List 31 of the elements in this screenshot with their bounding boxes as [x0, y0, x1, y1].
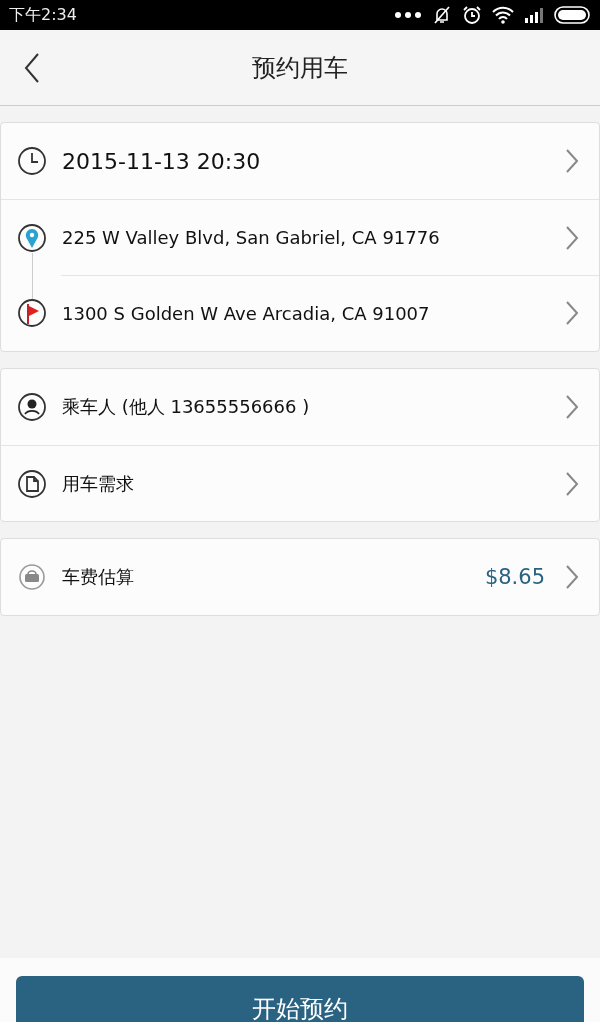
chevron-right-icon	[565, 225, 579, 250]
status-time: 下午2:34	[9, 4, 77, 26]
chevron-right-icon	[565, 149, 579, 173]
battery-icon	[554, 6, 590, 24]
document-icon	[17, 468, 47, 499]
fare-amount: $8.65	[484, 565, 545, 589]
location-pin-icon	[17, 222, 47, 253]
back-button[interactable]	[24, 52, 40, 83]
chevron-right-icon	[565, 471, 579, 496]
back-icon	[24, 52, 40, 83]
briefcase-icon	[17, 562, 47, 592]
alarm-clock-icon	[462, 5, 482, 25]
wifi-icon	[492, 6, 514, 24]
person-icon	[17, 392, 47, 422]
list-item[interactable]: 车费估算 $8.65	[1, 539, 599, 615]
chevron-right-icon	[565, 565, 579, 589]
route-line	[32, 253, 33, 299]
chevron-right-icon	[565, 301, 579, 325]
list-item[interactable]: 用车需求	[1, 445, 599, 521]
start-booking-button[interactable]: 开始预约	[16, 976, 584, 1022]
list-item[interactable]: 1300 S Golden W Ave Arcadia, CA 91007	[1, 275, 599, 351]
flag-icon	[17, 298, 47, 328]
list-item[interactable]: 225 W Valley Blvd, San Gabriel, CA 91776	[1, 199, 599, 275]
muted-bell-icon	[432, 5, 452, 25]
signal-icon	[524, 7, 544, 23]
list-item[interactable]: 2015-11-13 20:30	[1, 123, 599, 199]
list-item[interactable]: 乘车人 (他人 13655556666 )	[1, 369, 599, 445]
chevron-right-icon	[565, 395, 579, 419]
more-icon	[394, 11, 422, 19]
clock-icon	[17, 146, 47, 176]
page-title: 预约用车	[251, 52, 349, 84]
